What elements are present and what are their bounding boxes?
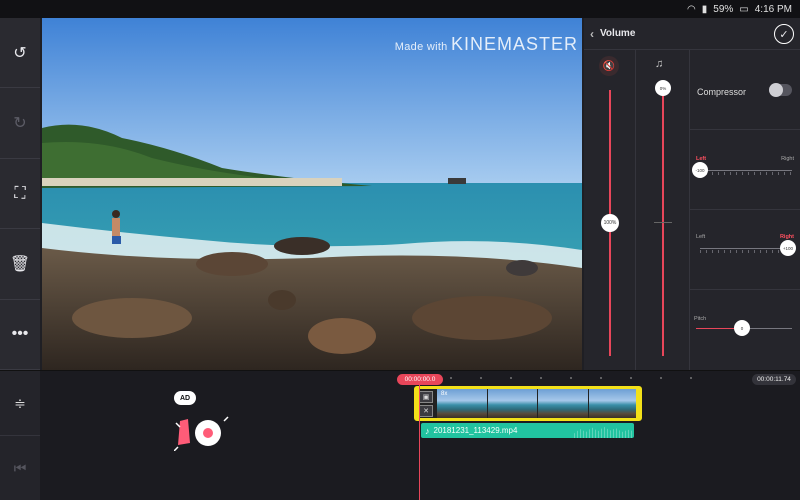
fx-volume-column: ♫ 0% (636, 50, 690, 370)
watermark-prefix: Made with (394, 41, 448, 53)
watermark-brand: KINEMASTER (450, 34, 578, 54)
pan1-ticks (700, 172, 792, 175)
video-preview[interactable]: Made with KINEMASTER (42, 18, 582, 370)
audio-clip-label: 20181231_113429.mp4 (433, 426, 518, 435)
pan2-ticks (700, 250, 792, 253)
battery-icon: ▭ (739, 3, 749, 15)
pan-row-1: Left Right -100 (690, 130, 800, 210)
undo-icon: ↺ (13, 44, 27, 62)
pan1-value: -100 (695, 167, 705, 173)
compressor-toggle[interactable] (769, 83, 792, 97)
compressor-label: Compressor (697, 87, 747, 97)
pitch-knob[interactable]: 0 (734, 320, 750, 336)
pan2-left-label: Left (696, 234, 706, 240)
pan1-right-label: Right (781, 156, 794, 162)
fx-volume-track[interactable] (662, 90, 664, 356)
pan2-knob[interactable]: +100 (780, 240, 796, 256)
audio-settings-column: Compressor Left Right -100 Left Right +1… (690, 50, 800, 370)
panel-title: Volume (600, 28, 636, 39)
fullscreen-icon: ⛶ (14, 184, 26, 202)
timeline-expand-icon: ≑ (14, 394, 26, 411)
redo-button[interactable]: ↻ (0, 88, 40, 159)
back-chevron-icon[interactable]: ‹ (590, 27, 594, 41)
music-note-icon: ♪ (425, 425, 430, 436)
pitch-value: 0 (740, 325, 744, 331)
current-time: 00:00:00.0 (397, 374, 443, 385)
compressor-row: Compressor (690, 50, 800, 130)
clip-trim-handle-right[interactable] (636, 389, 639, 418)
app-root: ◠ ▮ 59% ▭ 4:16 PM ↺ ↻ ⛶ 🗑 ••• Made with … (0, 0, 800, 500)
delete-icon: 🗑 (9, 255, 31, 273)
clock: 4:16 PM (754, 3, 792, 15)
pan2-slider[interactable] (700, 248, 792, 253)
fx-volume-value: 0% (659, 85, 667, 91)
pitch-label: Pitch (694, 316, 707, 322)
more-button[interactable]: ••• (0, 300, 40, 371)
more-icon: ••• (11, 325, 29, 343)
undo-button[interactable]: ↺ (0, 18, 40, 89)
timeline-expand-button[interactable]: ≑ (0, 371, 40, 436)
jump-to-start-icon: ⏮ (13, 459, 27, 476)
confirm-button[interactable]: ✓ (774, 24, 794, 44)
clip-thumbnails (437, 389, 639, 418)
center-marker (654, 222, 672, 223)
left-toolbar: ↺ ↻ ⛶ 🗑 ••• (0, 18, 40, 371)
watermark: Made with KINEMASTER (395, 34, 578, 55)
pitch-row: Pitch 0 (690, 290, 800, 370)
clip-icons: ▣ ✕ (419, 391, 435, 417)
fx-icon: ♫ (655, 58, 664, 70)
mute-button[interactable]: 🔇 (599, 56, 619, 76)
beach-scene-image (42, 18, 582, 370)
delete-button[interactable]: 🗑 (0, 229, 40, 300)
panel-header: ‹ Volume (584, 18, 800, 50)
status-bar: ◠ ▮ 59% ▭ 4:16 PM (0, 0, 800, 18)
signal-icon: ▮ (701, 3, 708, 15)
check-icon: ✓ (779, 28, 789, 41)
playhead[interactable] (419, 385, 420, 500)
wifi-icon: ◠ (687, 3, 696, 15)
pan1-knob[interactable]: -100 (692, 162, 708, 178)
audio-waveform (574, 426, 634, 438)
audio-clip[interactable]: ♪ 20181231_113429.mp4 (421, 423, 634, 438)
clip-film-icon: ▣ (419, 391, 433, 403)
total-time: 00:00:11.74 (752, 374, 796, 385)
clip-muted-icon: ✕ (419, 405, 433, 417)
fx-volume-knob[interactable]: 0% (655, 80, 671, 96)
battery-level: 59% (713, 3, 734, 15)
ad-badge: AD (174, 391, 196, 405)
pan2-value: +100 (782, 245, 794, 251)
timeline-ruler[interactable] (420, 375, 750, 383)
pan-row-2: Left Right +100 (690, 210, 800, 290)
pan1-slider[interactable] (700, 170, 792, 175)
speaker-muted-icon: 🔇 (602, 60, 616, 72)
timeline: ≑ ⏮ AD 00:00:00.0 00:00:11.74 ▣ ✕ 8x ♪ 2… (0, 370, 800, 500)
video-clip[interactable]: ▣ ✕ 8x (414, 386, 642, 421)
clip-speed-label: 8x (441, 391, 448, 397)
timeline-tools: ≑ ⏮ (0, 371, 40, 500)
ad-logo-icon (174, 416, 229, 451)
clip-volume-column: 🔇 100% (584, 50, 636, 370)
volume-panel: ‹ Volume ✓ 🔇 100% ♫ 0% Compressor Left R… (584, 18, 800, 370)
clip-volume-knob[interactable]: 100% (601, 214, 619, 232)
fullscreen-button[interactable]: ⛶ (0, 159, 40, 230)
jump-to-start-button[interactable]: ⏮ (0, 436, 40, 500)
redo-icon: ↻ (13, 115, 27, 133)
clip-volume-value: 100% (603, 220, 617, 226)
